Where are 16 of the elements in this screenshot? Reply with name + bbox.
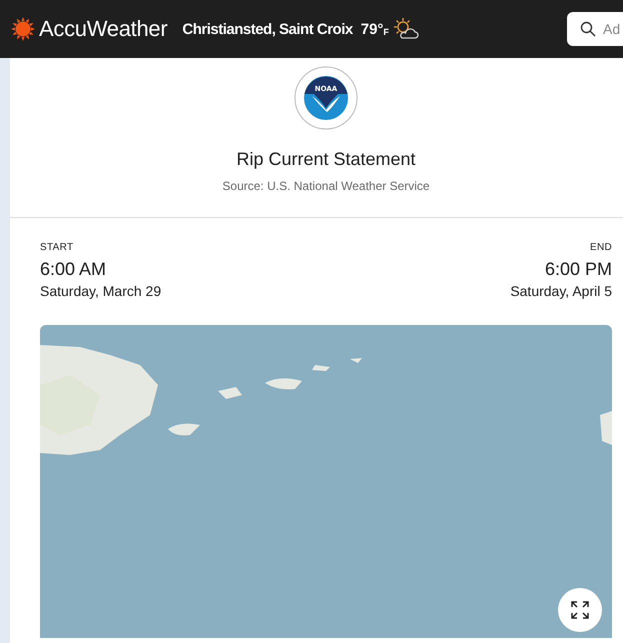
brand-name[interactable]: AccuWeather bbox=[39, 16, 168, 42]
period-time: 6:00 AM bbox=[40, 259, 108, 280]
alert-source: Source: U.S. National Weather Service bbox=[222, 179, 430, 193]
alert-title: Rip Current Statement bbox=[236, 149, 416, 170]
period-label: START bbox=[40, 242, 74, 253]
period-date: Saturday, March 29 bbox=[40, 283, 162, 299]
search-field[interactable]: Ad bbox=[567, 12, 623, 46]
partly-cloudy-icon bbox=[392, 17, 419, 41]
sun-icon bbox=[11, 17, 35, 41]
period-time: 6:00 PM bbox=[544, 259, 612, 280]
temperature-unit: F bbox=[383, 27, 389, 37]
location-name[interactable]: Christiansted, Saint Croix bbox=[182, 20, 353, 38]
temperature: 79° bbox=[360, 20, 384, 38]
period-date: Saturday, April 5 bbox=[510, 283, 612, 299]
expand-icon bbox=[570, 600, 590, 620]
period-label: END bbox=[590, 242, 612, 253]
